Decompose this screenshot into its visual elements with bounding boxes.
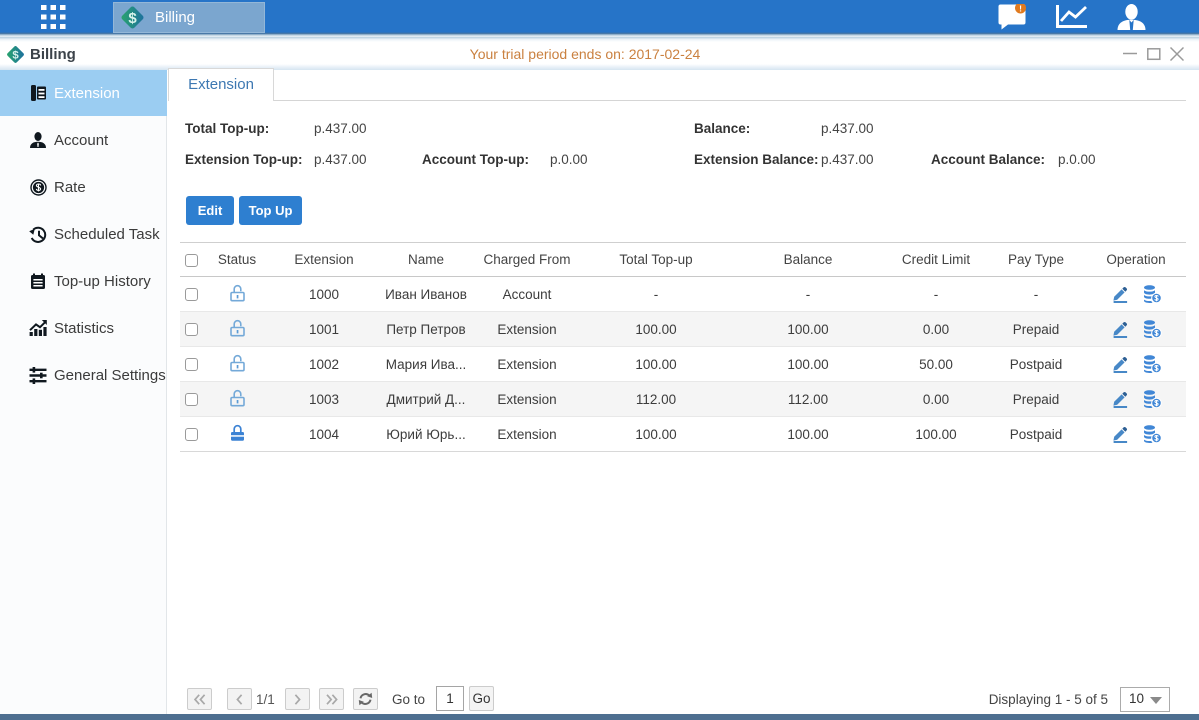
svg-text:$: $ bbox=[128, 10, 137, 27]
svg-text:!: ! bbox=[1019, 4, 1022, 14]
